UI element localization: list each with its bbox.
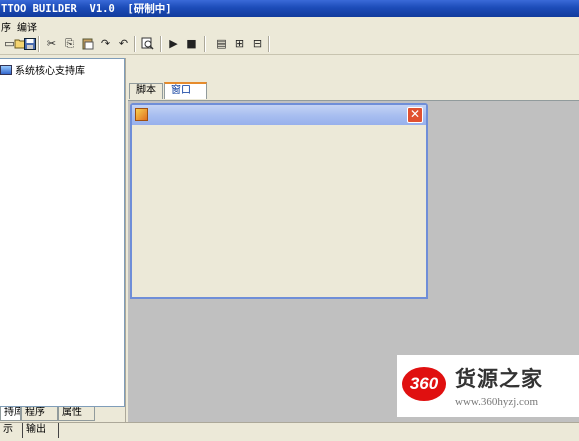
form-window-titlebar[interactable]: ✕ [132, 105, 426, 125]
find-icon[interactable] [140, 36, 155, 51]
layout-c-icon[interactable]: ⊟ [250, 36, 265, 51]
watermark-badge: 360 [402, 367, 446, 401]
tree-item-label: 系统核心支持库 [15, 66, 85, 77]
watermark-logo: 360 货源之家 www.360hyzj.com [397, 355, 579, 417]
tab-program[interactable]: 程序 [21, 407, 58, 421]
tab-prompt[interactable]: 示 [0, 423, 23, 438]
menu-item-compile[interactable]: 编译 [17, 19, 37, 34]
save-icon[interactable] [22, 36, 37, 51]
run-icon[interactable]: ▶ [166, 36, 181, 51]
tab-properties[interactable]: 属性 [58, 407, 95, 421]
toolbar-separator [204, 36, 206, 52]
stop-icon[interactable]: ■ [184, 36, 199, 51]
tab-script[interactable]: 脚本 [129, 83, 163, 99]
redo-icon[interactable]: ↷ [98, 36, 113, 51]
left-panel-tabs: 持库 程序 属性 [0, 407, 125, 421]
tab-output[interactable]: 输出 [23, 423, 59, 438]
layout-b-icon[interactable]: ⊞ [232, 36, 247, 51]
app-titlebar: TTOO BUILDER V1.0 [研制中] [0, 0, 579, 17]
form-window-preview[interactable]: ✕ [130, 103, 428, 299]
copy-icon[interactable]: ⎘ [62, 36, 77, 51]
watermark-url: www.360hyzj.com [455, 396, 538, 408]
app-title: TTOO BUILDER V1.0 [研制中] [1, 3, 172, 15]
toolbar-separator [134, 36, 136, 52]
cut-icon[interactable]: ✂ [44, 36, 59, 51]
menubar: 序 编译 [0, 17, 579, 34]
toolbar-separator [160, 36, 162, 52]
menu-item-program[interactable]: 序 [1, 19, 11, 34]
paste-icon[interactable] [80, 36, 95, 51]
tab-window[interactable]: 窗口 [164, 82, 207, 99]
library-icon [0, 64, 12, 75]
tab-support-library[interactable]: 持库 [0, 407, 21, 421]
layout-a-icon[interactable]: ▤ [214, 36, 229, 51]
toolbar: ▭ ✂ ⎘ ↷ ↶ ▶ ■ ▤ ⊞ ⊟ [0, 33, 579, 55]
tree-item-core-library[interactable]: 系统核心支持库 [0, 62, 85, 77]
toolbar-separator [268, 36, 270, 52]
bottom-panel-tabs: 示 输出 [0, 422, 579, 441]
close-icon[interactable]: ✕ [407, 107, 423, 123]
undo-icon[interactable]: ↶ [116, 36, 131, 51]
library-tree-panel: 系统核心支持库 [0, 58, 125, 407]
form-window-icon [135, 108, 148, 121]
watermark-title: 货源之家 [455, 367, 543, 391]
toolbar-separator [38, 36, 40, 52]
